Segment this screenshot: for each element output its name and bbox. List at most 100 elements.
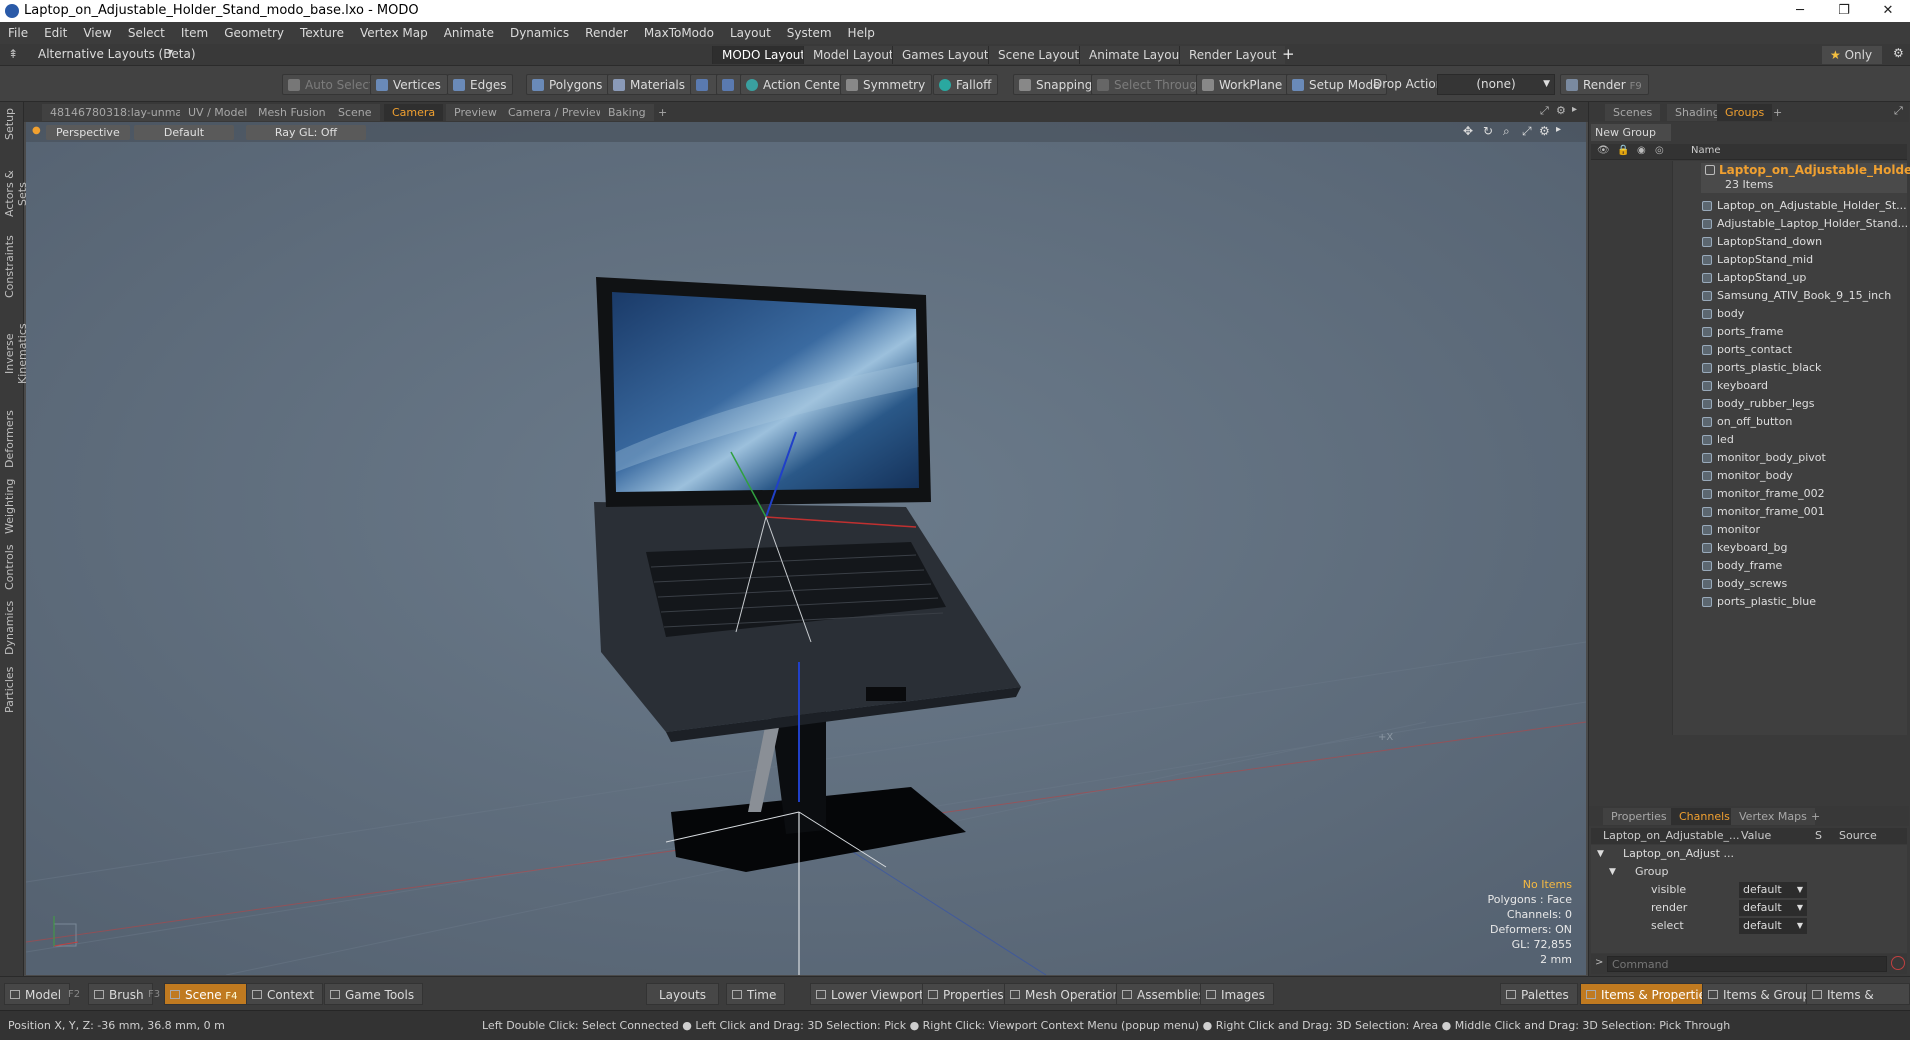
close-button[interactable]: ✕ [1866,0,1910,22]
zoom-view-icon[interactable]: ⌕ [1503,124,1510,139]
items-shading-button[interactable]: Items & Shading [1806,983,1910,1024]
menu-render[interactable]: Render [577,22,636,44]
tab-model-layout[interactable]: Model Layout [803,46,903,64]
list-item[interactable]: Laptop_on_Adjustable_Holder_St... [1591,197,1910,215]
polygons-button[interactable]: Polygons [526,74,610,95]
render-button[interactable]: Render F9 [1560,74,1649,95]
channel-row[interactable]: select default ▼ [1593,917,1909,935]
game-tools-button[interactable]: Game Tools [324,983,424,1005]
vtab-constraints[interactable]: Constraints [3,235,21,298]
list-item[interactable]: monitor_frame_001 [1591,503,1910,521]
maximize-view-icon[interactable]: ⤢ [1522,124,1532,139]
list-item[interactable]: LaptopStand_down [1591,233,1910,251]
3d-viewport[interactable]: +X ● Perspective Default Ray GL: Off ✥ ↻… [26,122,1586,975]
list-item[interactable]: body_rubber_legs [1591,395,1910,413]
time-button[interactable]: Time [726,983,786,1005]
context-button[interactable]: Context [246,983,324,1005]
tab-mesh-fusion[interactable]: Mesh Fusion [250,104,334,121]
menu-maxtomodo[interactable]: MaxToModo [636,22,722,44]
vertices-button[interactable]: Vertices [370,74,448,95]
tab-render-layout[interactable]: Render Layout [1179,46,1286,64]
channel-value-dropdown[interactable]: default ▼ [1739,900,1807,916]
lower-viewports-button[interactable]: Lower Viewports [810,983,940,1005]
action-center-button[interactable]: Action Center [740,74,852,95]
vtab-dynamics[interactable]: Dynamics [3,598,21,658]
raygl-toggle[interactable]: Ray GL: Off [246,125,366,140]
tab-camera-preview[interactable]: Camera / Preview [500,104,613,121]
menu-geometry[interactable]: Geometry [216,22,292,44]
list-item[interactable]: body_frame [1591,557,1910,575]
images-button[interactable]: Images [1200,983,1274,1005]
command-input[interactable] [1607,956,1887,972]
render-icon[interactable]: ◎ [1655,145,1664,156]
list-item[interactable]: Adjustable_Laptop_Holder_Stand... [1591,215,1910,233]
tab-groups[interactable]: Groups [1717,104,1773,121]
menu-help[interactable]: Help [840,22,883,44]
list-item[interactable]: on_off_button [1591,413,1910,431]
vtab-controls[interactable]: Controls [3,542,21,592]
maximize-button[interactable]: ❐ [1822,0,1866,22]
add-tab-button[interactable]: + [650,104,675,121]
select-icon[interactable]: ◉ [1637,145,1646,156]
s-column[interactable]: S [1815,829,1822,842]
vtab-inverse-kinematics[interactable]: Inverse Kinematics [3,302,29,406]
expand-icon[interactable]: ⤢ [1540,104,1549,118]
list-item[interactable]: LaptopStand_mid [1591,251,1910,269]
channels-item-column[interactable]: Laptop_on_Adjustable_... [1603,829,1740,842]
vtab-setup[interactable]: Setup [3,106,21,142]
list-item[interactable]: ports_frame [1591,323,1910,341]
scene-button[interactable]: Scene F4 [164,983,247,1005]
gear-icon[interactable]: ⚙ [1556,104,1566,117]
list-item[interactable]: Samsung_ATIV_Book_9_15_inch [1591,287,1910,305]
list-item[interactable]: keyboard_bg [1591,539,1910,557]
workplane-button[interactable]: WorkPlane [1196,74,1290,95]
vtab-deformers[interactable]: Deformers [3,410,21,468]
drop-action-select[interactable]: (none) ▼ [1437,74,1555,95]
tab-scene[interactable]: Scene [330,104,380,121]
tab-uv-model[interactable]: UV / Model [180,104,256,121]
model-button[interactable]: Model [4,983,71,1005]
tab-lay-unmax[interactable]: 48146780318:lay-unmax [42,104,197,121]
snapping-button[interactable]: Snapping [1013,74,1100,95]
add-panel-tab[interactable]: + [1765,104,1790,121]
tab-camera[interactable]: Camera [384,104,444,121]
vtab-actors-sets[interactable]: Actors & Sets [3,158,29,230]
vtab-particles[interactable]: Particles [3,662,21,718]
brush-button[interactable]: Brush [88,983,153,1005]
symmetry-button[interactable]: Symmetry [840,74,933,95]
chevron-down-icon[interactable]: ▾ [168,47,173,58]
properties-button[interactable]: Properties [922,983,1013,1005]
expand-icon[interactable]: ⤢ [1894,104,1903,118]
chevron-right-icon[interactable]: ▸ [1556,124,1561,135]
menu-edit[interactable]: Edit [36,22,75,44]
select-through-button[interactable]: Select Through [1091,74,1212,95]
menu-vertex-map[interactable]: Vertex Map [352,22,436,44]
add-props-tab[interactable]: + [1803,808,1828,825]
channel-value-dropdown[interactable]: default ▼ [1739,882,1807,898]
channel-root-row[interactable]: ▼ Laptop_on_Adjust ... [1593,845,1909,863]
record-icon[interactable] [1891,956,1905,970]
gear-icon[interactable]: ⚙ [1539,124,1550,138]
list-item[interactable]: body [1591,305,1910,323]
list-item[interactable]: LaptopStand_up [1591,269,1910,287]
name-column-header[interactable]: Name [1691,145,1721,156]
scene-canvas[interactable]: +X [26,122,1586,975]
palettes-button[interactable]: Palettes [1500,983,1578,1005]
layouts-button[interactable]: Layouts [646,983,720,1005]
tab-properties[interactable]: Properties [1603,808,1675,825]
list-item[interactable]: ports_plastic_blue [1591,593,1910,611]
channel-row[interactable]: visible default ▼ [1593,881,1909,899]
minimize-button[interactable]: ─ [1778,0,1822,22]
menu-texture[interactable]: Texture [292,22,352,44]
menu-file[interactable]: File [0,22,36,44]
menu-item[interactable]: Item [173,22,216,44]
tab-baking[interactable]: Baking [600,104,654,121]
tab-scenes[interactable]: Scenes [1605,104,1661,121]
tab-scene-layout[interactable]: Scene Layout [988,46,1089,64]
menu-dynamics[interactable]: Dynamics [502,22,577,44]
view-type-selector[interactable]: Perspective [46,125,130,140]
new-group-button[interactable]: New Group [1591,124,1671,141]
value-column[interactable]: Value [1741,829,1771,842]
tab-preview[interactable]: Preview [446,104,505,121]
menu-layout[interactable]: Layout [722,22,779,44]
